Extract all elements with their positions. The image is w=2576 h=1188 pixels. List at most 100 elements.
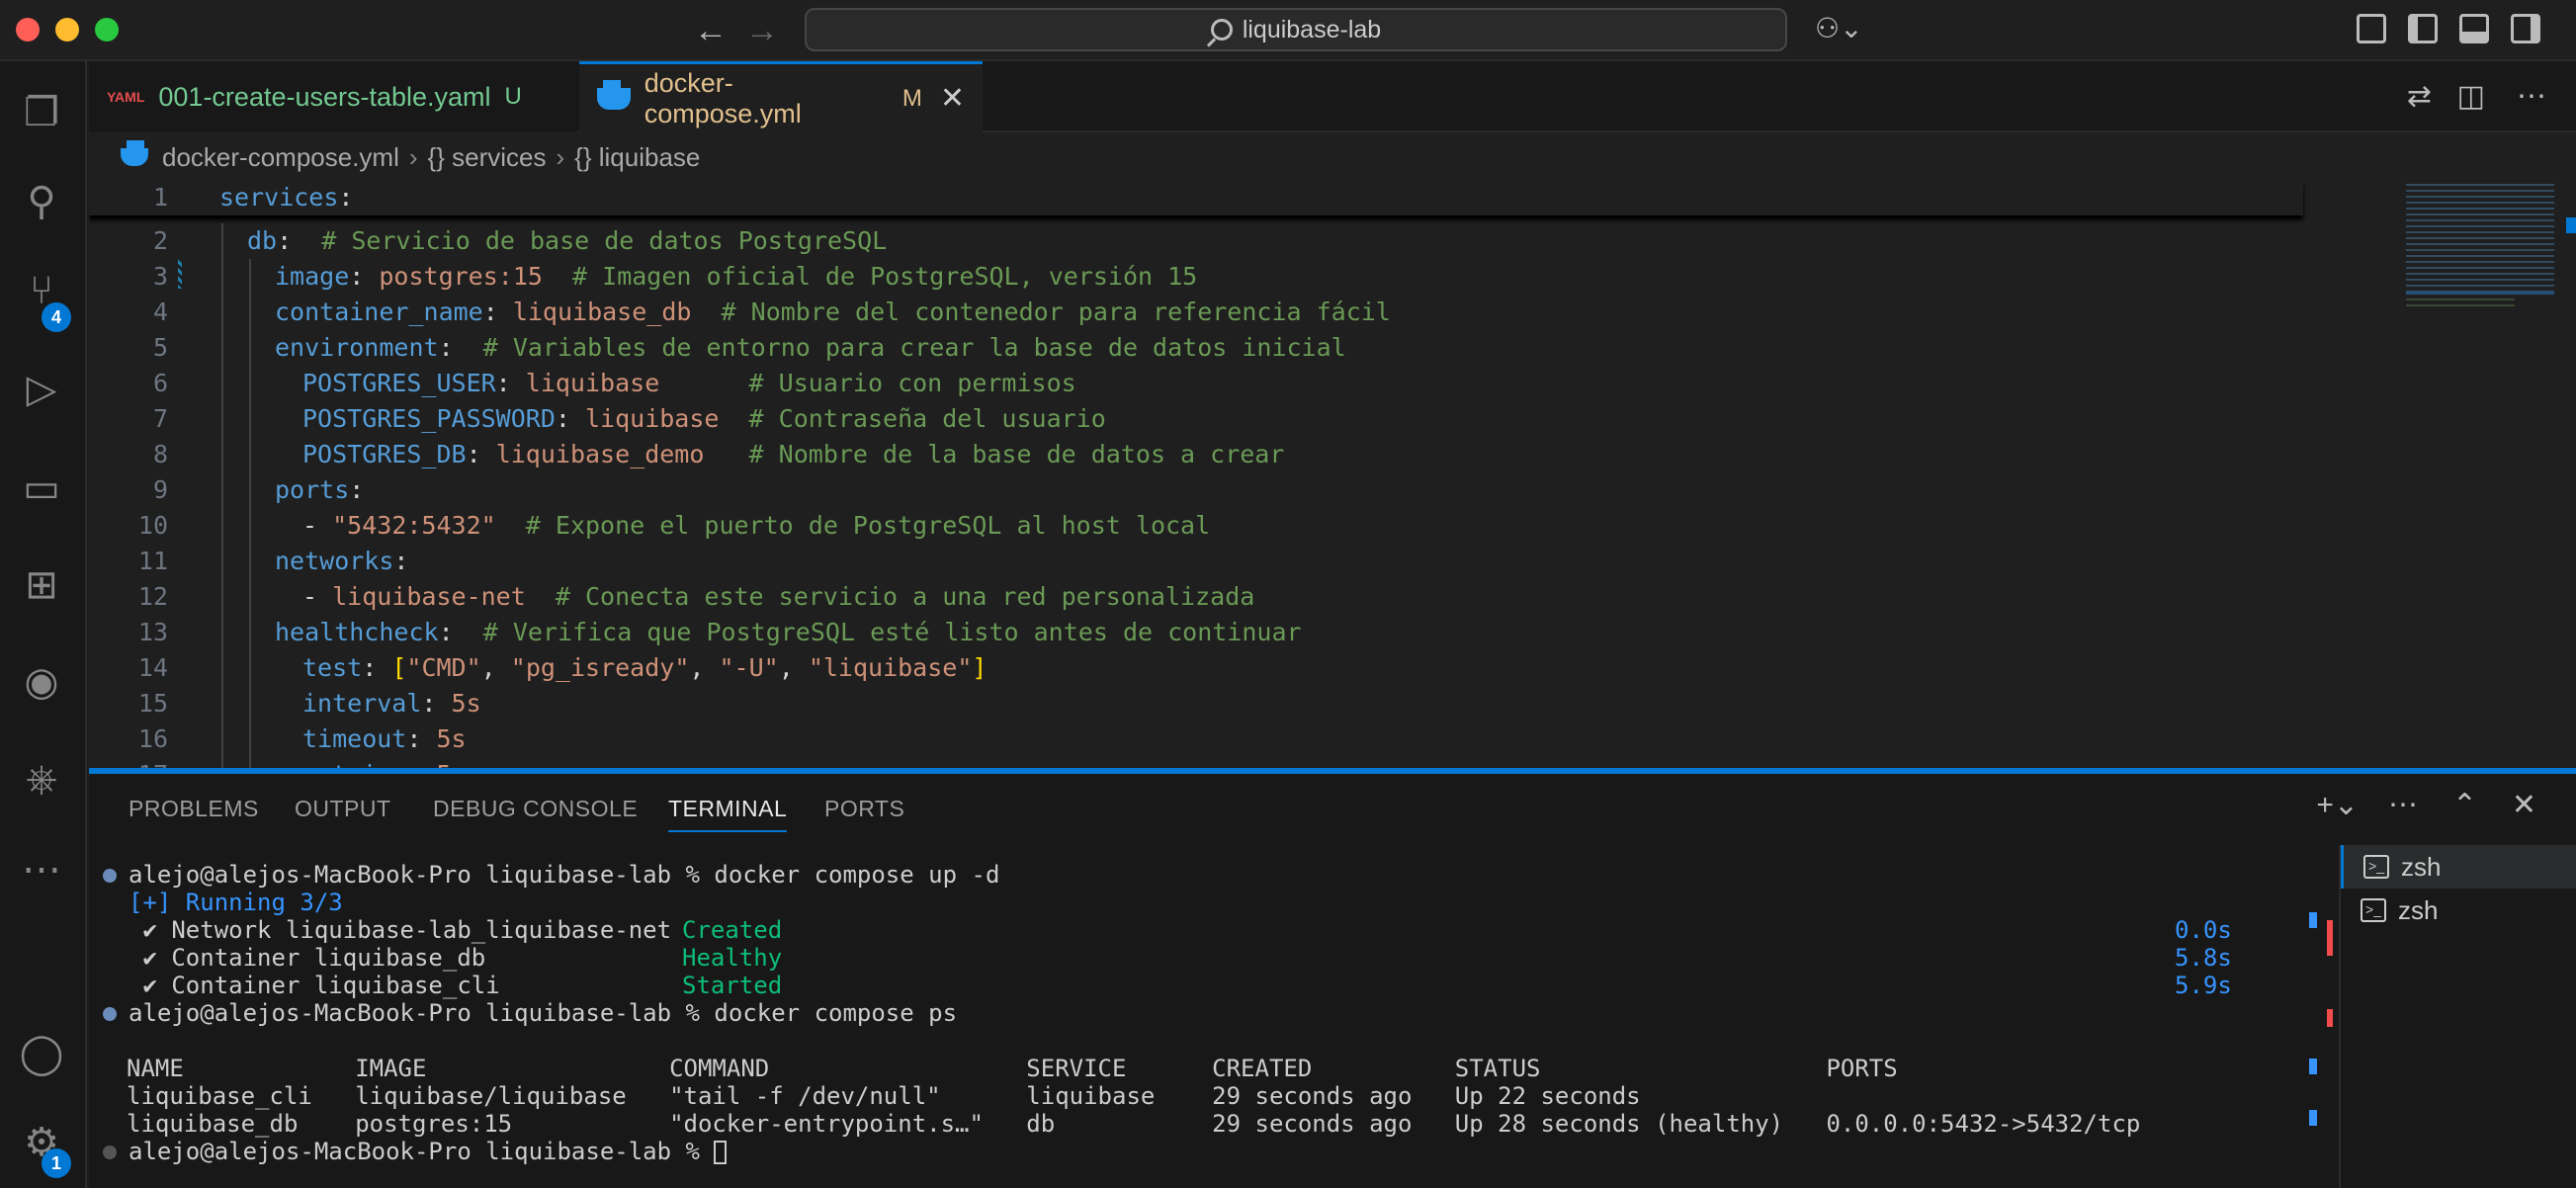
code-line[interactable]: 17 retries: 5	[89, 757, 2303, 768]
code-line[interactable]: 10 - "5432:5432" # Expone el puerto de Po…	[89, 508, 2303, 544]
toggle-primary-sidebar-icon[interactable]	[2408, 14, 2438, 43]
terminal-step-time: 0.0s	[2175, 916, 2232, 944]
back-arrow-icon[interactable]: ←	[694, 12, 728, 50]
code-line[interactable]: 9 ports:	[89, 472, 2303, 508]
yaml-value: liquibase_demo	[495, 440, 705, 468]
code-text: services:	[219, 180, 353, 215]
yaml-key: test	[302, 653, 363, 682]
line-number: 4	[152, 297, 168, 326]
breadcrumb-file[interactable]: docker-compose.yml	[162, 142, 399, 173]
terminal-item-zsh[interactable]: >_ zsh	[2341, 845, 2576, 889]
chevron-right-icon: ›	[408, 141, 418, 172]
code-line[interactable]: 4 container_name: liquibase_db # Nombre d…	[89, 295, 2303, 330]
code-line[interactable]: 14 test: ["CMD", "pg_isready", "-U", "liq…	[89, 650, 2303, 686]
code-text: - "5432:5432" # Expone el puerto de Post…	[219, 508, 1210, 544]
close-panel-icon[interactable]: ✕	[2512, 788, 2536, 822]
code-line[interactable]: 1 services:	[89, 180, 2303, 215]
maximize-window-button[interactable]	[95, 18, 119, 42]
code-editor[interactable]: 1 services: 2 db: # Servicio de base de dat…	[89, 180, 2576, 768]
run-debug-icon[interactable]: ▷	[18, 366, 65, 413]
tab-output[interactable]: OUTPUT	[295, 796, 391, 822]
yaml-value: liquibase	[525, 369, 660, 397]
code-line[interactable]: 16 timeout: 5s	[89, 721, 2303, 757]
accounts-icon[interactable]: ◯	[18, 1030, 65, 1077]
yaml-comment: # Conecta este servicio a una red person…	[525, 582, 1255, 611]
github-icon[interactable]: ◉	[18, 658, 65, 706]
code-line[interactable]: 13 healthcheck: # Verifica que PostgreSQL…	[89, 615, 2303, 650]
scrollbar-marker	[2309, 912, 2317, 928]
terminal-step-state: Started	[682, 972, 783, 999]
yaml-value: liquibase-net	[332, 582, 526, 611]
yaml-value: postgres:15	[379, 262, 543, 291]
yaml-punct: -	[302, 582, 333, 611]
customize-layout-icon[interactable]	[2357, 14, 2386, 43]
code-line[interactable]: 7 POSTGRES_PASSWORD: liquibase # Contrase…	[89, 401, 2303, 437]
code-line[interactable]: 15 interval: 5s	[89, 686, 2303, 721]
yaml-punct: :	[406, 760, 436, 768]
code-line[interactable]: 5 environment: # Variables de entorno par…	[89, 330, 2303, 366]
terminal-step-name: ✔ Network liquibase-lab_liquibase-net	[129, 916, 672, 944]
line-number: 14	[137, 653, 168, 682]
close-window-button[interactable]	[16, 18, 40, 42]
comma: ,	[480, 653, 511, 682]
code-line[interactable]: 6 POSTGRES_USER: liquibase # Usuario con …	[89, 366, 2303, 401]
remote-explorer-icon[interactable]: ▭	[18, 465, 65, 512]
terminal-output[interactable]: alejo@alejos-MacBook-Pro liquibase-lab %…	[89, 861, 2333, 1188]
compare-changes-icon[interactable]: ⇄	[2407, 79, 2432, 114]
more-actions-icon[interactable]: ⋯	[2388, 788, 2418, 822]
yaml-key: POSTGRES_DB	[302, 440, 467, 468]
tab-status: M	[902, 84, 922, 112]
more-actions-icon[interactable]: ⋯	[2517, 79, 2546, 114]
copilot-icon[interactable]: ⚇⌄	[1815, 12, 1863, 44]
yaml-value: 5s	[436, 724, 467, 753]
tab-status: U	[504, 83, 522, 110]
yaml-punct: :	[349, 262, 380, 291]
yaml-punct: :	[421, 689, 452, 718]
code-text: ports:	[219, 472, 364, 508]
yaml-value: "5432:5432"	[332, 511, 496, 540]
maximize-panel-icon[interactable]: ⌃	[2452, 788, 2477, 822]
yaml-value: 5s	[451, 689, 481, 718]
terminal-icon: >_	[2363, 855, 2389, 879]
code-text: container_name: liquibase_db # Nombre de…	[219, 295, 1391, 330]
line-number: 8	[152, 440, 168, 468]
forward-arrow-icon[interactable]: →	[745, 12, 779, 50]
code-line[interactable]: 2 db: # Servicio de base de datos Postgre…	[89, 223, 2303, 259]
code-line[interactable]: 11 networks:	[89, 544, 2303, 579]
tab-debug-console[interactable]: DEBUG CONSOLE	[433, 796, 638, 822]
tab-problems[interactable]: PROBLEMS	[129, 796, 259, 822]
kubernetes-icon[interactable]: ⎈	[18, 755, 65, 803]
toggle-secondary-sidebar-icon[interactable]	[2511, 14, 2540, 43]
yaml-punct: :	[393, 547, 409, 575]
code-line[interactable]: 8 POSTGRES_DB: liquibase_demo # Nombre de…	[89, 437, 2303, 472]
tab-create-users-table[interactable]: YAML 001-create-users-table.yaml U	[89, 61, 577, 132]
line-number: 17	[89, 757, 168, 768]
more-icon[interactable]: ⋯	[18, 846, 65, 893]
split-editor-icon[interactable]: ◫	[2457, 79, 2485, 114]
terminal-icon: >_	[2361, 898, 2386, 922]
extensions-icon[interactable]: ⊞	[18, 561, 65, 609]
breadcrumb-services[interactable]: {} services	[428, 142, 547, 173]
yaml-key: environment	[275, 333, 439, 362]
explorer-icon[interactable]: ❐	[18, 89, 65, 136]
yaml-key: timeout	[302, 724, 407, 753]
new-terminal-icon[interactable]: +⌄	[2316, 788, 2359, 822]
breadcrumb-liquibase[interactable]: {} liquibase	[574, 142, 700, 173]
terminal-item-zsh[interactable]: >_ zsh	[2341, 889, 2576, 932]
yaml-array-item: "CMD"	[406, 653, 481, 682]
yaml-comment: # Servicio de base de datos PostgreSQL	[321, 226, 888, 255]
yaml-comment: # Contraseña del usuario	[719, 404, 1106, 433]
code-line[interactable]: 3 image: postgres:15 # Imagen oficial de …	[89, 259, 2303, 295]
tab-ports[interactable]: PORTS	[824, 796, 904, 822]
toggle-panel-icon[interactable]	[2459, 14, 2489, 43]
code-text: timeout: 5s	[219, 721, 467, 757]
tab-docker-compose[interactable]: docker-compose.yml M ✕	[579, 61, 983, 132]
tab-terminal[interactable]: TERMINAL	[668, 796, 788, 832]
command-center-search[interactable]: liquibase-lab	[805, 8, 1787, 51]
code-line[interactable]: 12 - liquibase-net # Conecta este servici…	[89, 579, 2303, 615]
code-text: POSTGRES_PASSWORD: liquibase # Contraseñ…	[219, 401, 1106, 437]
minimap[interactable]	[2402, 180, 2576, 768]
search-icon[interactable]: ⚲	[18, 178, 65, 225]
minimize-window-button[interactable]	[55, 18, 79, 42]
close-tab-icon[interactable]: ✕	[940, 81, 965, 116]
